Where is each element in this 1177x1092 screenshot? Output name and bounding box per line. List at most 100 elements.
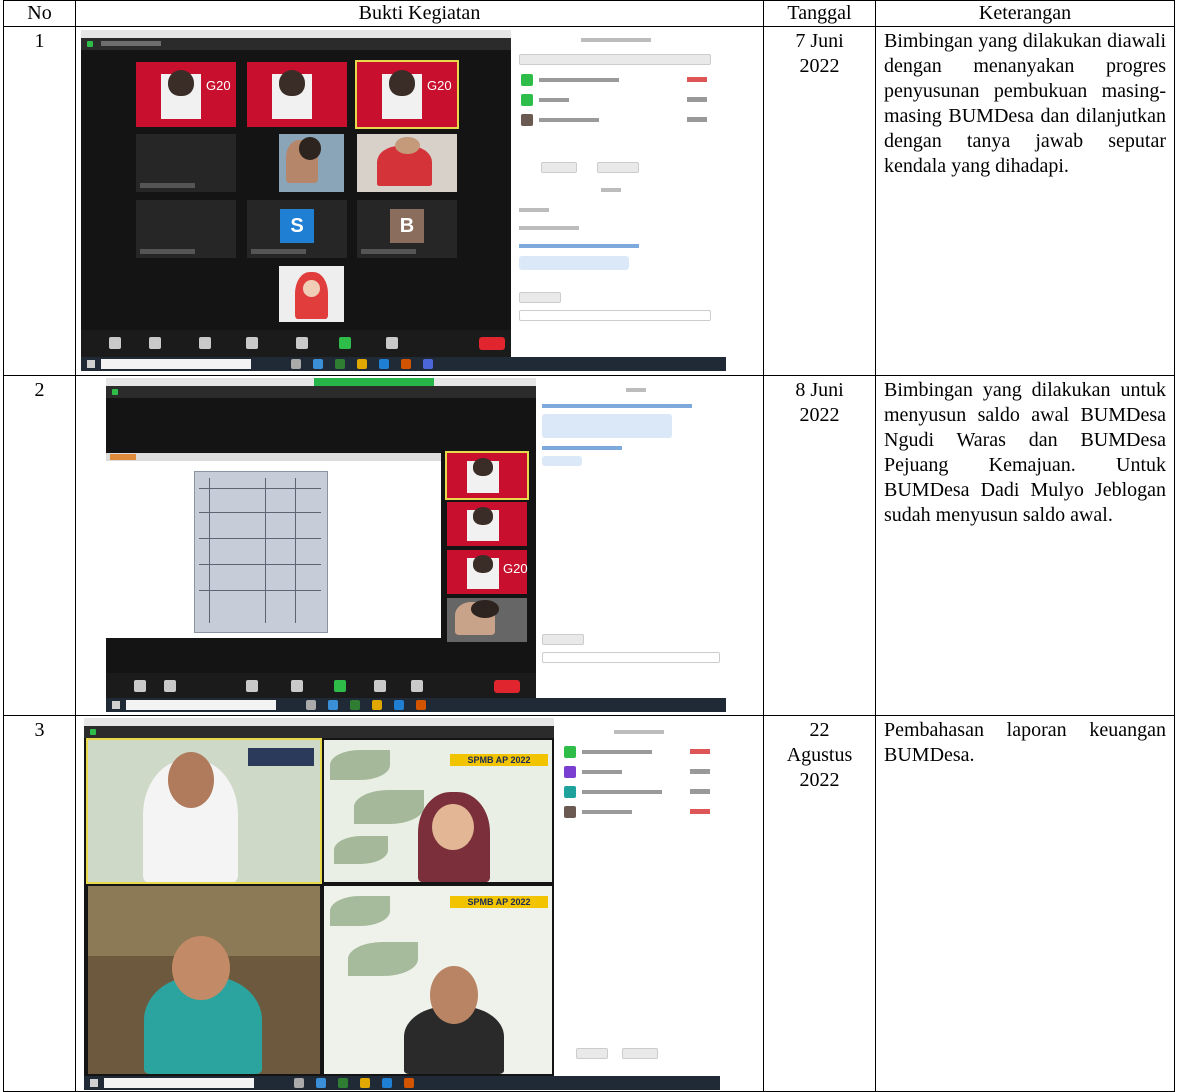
- evidence-cell: SPMB AP 2022 SPMB AP 2022: [75, 715, 764, 1092]
- chat-icon[interactable]: [291, 680, 303, 692]
- participant-row: [564, 746, 714, 758]
- header-row: No Bukti Kegiatan Tanggal Keterangan: [3, 0, 1175, 27]
- record-icon[interactable]: [374, 680, 386, 692]
- participant-avatar: B: [390, 209, 424, 243]
- video-tile: [279, 266, 344, 322]
- mute-all-button[interactable]: [597, 162, 639, 173]
- taskbar-search-input[interactable]: [104, 1078, 254, 1088]
- participant-row: [521, 94, 711, 106]
- video-icon[interactable]: [149, 337, 161, 349]
- chat-panel: [536, 378, 726, 698]
- participant-row: [564, 806, 714, 818]
- video-tile: [136, 134, 236, 192]
- video-tile-active-speaker: G20: [355, 60, 459, 129]
- meeting-screenshot: G20: [106, 378, 726, 712]
- participants-panel: [511, 30, 726, 357]
- header-no: No: [3, 0, 76, 27]
- video-tile: [88, 886, 320, 1074]
- shared-document: [106, 453, 441, 638]
- video-tile: [136, 200, 236, 258]
- video-gallery: SPMB AP 2022 SPMB AP 2022: [84, 738, 554, 1076]
- event-banner: SPMB AP 2022: [450, 896, 548, 908]
- security-icon[interactable]: [199, 337, 211, 349]
- invite-button[interactable]: [576, 1048, 608, 1059]
- header-keterangan: Keterangan: [875, 0, 1175, 27]
- table-row: 3 SPMB AP 2022 SPMB AP 2022 22 Agustus 2…: [3, 715, 1175, 1092]
- end-meeting-button[interactable]: [479, 337, 505, 350]
- row-description: Pembahasan laporan keuangan BUMDesa.: [875, 715, 1175, 1092]
- participants-icon[interactable]: [246, 337, 258, 349]
- reactions-icon[interactable]: [386, 337, 398, 349]
- participant-avatar: S: [280, 209, 314, 243]
- activity-table: No Bukti Kegiatan Tanggal Keterangan 1 G…: [3, 0, 1175, 1092]
- meeting-screenshot: SPMB AP 2022 SPMB AP 2022: [84, 718, 720, 1090]
- windows-taskbar: [81, 357, 726, 371]
- video-tile: G20: [447, 550, 528, 594]
- evidence-cell: G20 G20 S B: [75, 26, 764, 376]
- row-description: Bimbingan yang dilakukan untuk menyusun …: [875, 375, 1175, 716]
- chat-recipient-select[interactable]: [542, 634, 584, 645]
- windows-taskbar: [84, 1076, 720, 1090]
- invite-button[interactable]: [541, 162, 577, 173]
- ledger-photo: [194, 471, 328, 633]
- windows-start-icon[interactable]: [87, 360, 95, 368]
- reactions-icon[interactable]: [411, 680, 423, 692]
- row-date: 7 Juni 2022: [763, 26, 876, 376]
- video-tile-active-speaker: [86, 738, 322, 884]
- search-participants-input[interactable]: [519, 54, 711, 65]
- g20-logo-icon: G20: [206, 78, 231, 94]
- row-number: 2: [3, 375, 76, 716]
- taskbar-search-input[interactable]: [126, 700, 276, 710]
- video-tile: [447, 502, 527, 546]
- mute-all-button[interactable]: [622, 1048, 658, 1059]
- video-icon[interactable]: [164, 680, 176, 692]
- windows-start-icon[interactable]: [90, 1079, 98, 1087]
- chat-recipient-select[interactable]: [519, 292, 561, 303]
- video-tile: B: [357, 200, 457, 258]
- evidence-cell: G20: [75, 375, 764, 716]
- row-number: 3: [3, 715, 76, 1092]
- video-tile: SPMB AP 2022: [324, 740, 552, 882]
- video-tile: G20: [136, 62, 236, 127]
- header-bukti-kegiatan: Bukti Kegiatan: [75, 0, 764, 27]
- chat-message-input[interactable]: [542, 652, 720, 663]
- event-banner: SPMB AP 2022: [450, 754, 548, 766]
- row-date: 22 Agustus 2022: [763, 715, 876, 1092]
- participants-icon[interactable]: [246, 680, 258, 692]
- meeting-toolbar: [106, 673, 536, 701]
- video-tile: S: [247, 200, 347, 258]
- header-tanggal: Tanggal: [763, 0, 876, 27]
- chat-icon[interactable]: [296, 337, 308, 349]
- video-tile-active-speaker: [445, 451, 529, 500]
- end-meeting-button[interactable]: [494, 680, 520, 693]
- video-tile: [247, 62, 347, 127]
- table-row: 2 G20 8 Juni 2022 Bimbingan yang dilakuk…: [3, 375, 1175, 716]
- screen-share-indicator: [314, 378, 434, 386]
- mic-icon[interactable]: [109, 337, 121, 349]
- video-gallery: G20 G20 S B: [81, 50, 511, 330]
- windows-start-icon[interactable]: [112, 701, 120, 709]
- meeting-toolbar: [81, 330, 511, 358]
- g20-logo-icon: G20: [503, 561, 528, 576]
- participant-row: [521, 114, 711, 126]
- participant-row: [521, 74, 711, 86]
- participant-row: [564, 786, 714, 798]
- participant-row: [564, 766, 714, 778]
- participants-panel: [554, 718, 720, 1076]
- shared-screen: G20: [106, 398, 536, 673]
- video-tile: SPMB AP 2022: [324, 886, 552, 1074]
- video-tile: [447, 598, 527, 642]
- windows-taskbar: [106, 698, 726, 712]
- mic-icon[interactable]: [134, 680, 146, 692]
- video-tile: [357, 134, 457, 192]
- row-number: 1: [3, 26, 76, 376]
- share-screen-icon[interactable]: [339, 337, 351, 349]
- table-row: 1 G20 G20 S B 7 Juni 2022 Bimbingan yang…: [3, 26, 1175, 376]
- share-screen-icon[interactable]: [334, 680, 346, 692]
- video-tile: [279, 134, 344, 192]
- taskbar-search-input[interactable]: [101, 359, 251, 369]
- row-date: 8 Juni 2022: [763, 375, 876, 716]
- meeting-screenshot: G20 G20 S B: [81, 30, 726, 371]
- g20-logo-icon: G20: [427, 78, 452, 94]
- chat-message-input[interactable]: [519, 310, 711, 321]
